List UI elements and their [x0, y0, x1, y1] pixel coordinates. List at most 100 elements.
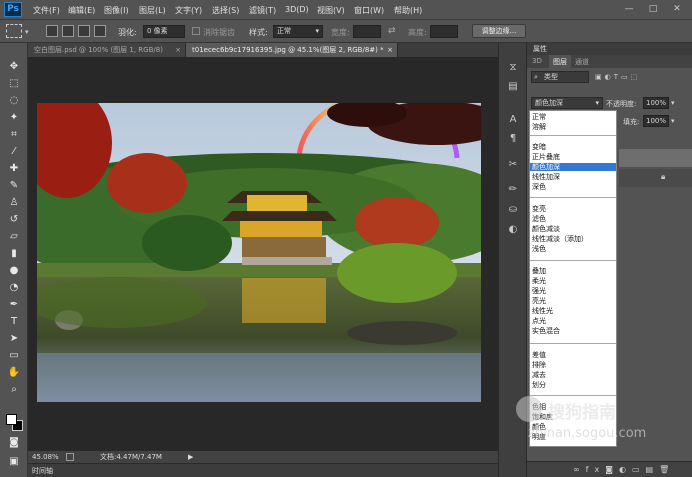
quick-mask-icon[interactable]: ◙	[7, 436, 21, 450]
brush-tool-icon[interactable]: ✎	[7, 179, 21, 193]
tab-jpg-document[interactable]: t01ecec6b9c17916395.jpg @ 45.1%(图层 2, RG…	[186, 43, 398, 57]
maximize-button[interactable]: □	[646, 3, 660, 15]
blend-option-soft-light[interactable]: 柔光	[532, 277, 546, 285]
blend-option-exclusion[interactable]: 排除	[532, 361, 546, 369]
clone-source-icon[interactable]: ⛀	[506, 203, 520, 217]
play-icon[interactable]: ▶	[188, 451, 193, 463]
blend-mode-select[interactable]: 颜色加深 ▾	[531, 97, 603, 109]
swap-icon[interactable]: ⇄	[388, 26, 396, 36]
tab-blank-layer-psd[interactable]: 空白图层.psd @ 100% (图层 1, RGB/8) ×	[28, 43, 186, 57]
blend-option-linear-burn[interactable]: 线性加深	[532, 173, 560, 181]
pen-tool-icon[interactable]: ✒	[7, 298, 21, 312]
magic-wand-tool-icon[interactable]: ✦	[7, 111, 21, 125]
width-input[interactable]	[353, 25, 381, 38]
zoom-tool-icon[interactable]: ⌕	[7, 383, 21, 397]
refine-edge-button[interactable]: 调整边缘...	[472, 24, 526, 38]
gradient-tool-icon[interactable]: ▮	[7, 247, 21, 261]
blend-option-vivid-light[interactable]: 亮光	[532, 297, 546, 305]
style-select[interactable]: 正常 ▾	[273, 25, 323, 38]
chevron-down-icon[interactable]: ▾	[671, 99, 675, 107]
tools-preset-icon[interactable]: ✂	[506, 158, 520, 172]
subtract-selection-icon[interactable]	[78, 25, 90, 37]
close-icon[interactable]: ×	[175, 43, 181, 57]
healing-brush-tool-icon[interactable]: ✚	[7, 162, 21, 176]
document-image[interactable]	[37, 103, 481, 402]
menu-filter[interactable]: 滤镜(T)	[249, 5, 276, 16]
height-input[interactable]	[430, 25, 458, 38]
blend-option-difference[interactable]: 差值	[532, 351, 546, 359]
blend-option-multiply[interactable]: 正片叠底	[532, 153, 560, 161]
blend-option-darken[interactable]: 变暗	[532, 143, 546, 151]
swatches-icon[interactable]: ▤	[506, 80, 520, 94]
tab-channels[interactable]: 通道	[575, 57, 589, 67]
menu-image[interactable]: 图像(I)	[104, 5, 129, 16]
tab-3d[interactable]: 3D	[532, 57, 542, 65]
blend-option-color-dodge[interactable]: 颜色减淡	[532, 225, 560, 233]
adjustments-icon[interactable]: ◐	[506, 223, 520, 237]
chevron-down-icon[interactable]: ▾	[25, 28, 29, 36]
feather-input[interactable]: 0 像素	[143, 25, 185, 38]
lasso-tool-icon[interactable]: ◌	[7, 94, 21, 108]
blend-option-divide[interactable]: 划分	[532, 381, 546, 389]
intersect-selection-icon[interactable]	[94, 25, 106, 37]
menu-help[interactable]: 帮助(H)	[394, 5, 422, 16]
character-icon[interactable]: A	[506, 113, 520, 127]
antialias-checkbox[interactable]	[192, 27, 200, 35]
type-tool-icon[interactable]: T	[7, 315, 21, 329]
menu-layer[interactable]: 图层(L)	[139, 5, 166, 16]
foreground-color-swatch[interactable]	[6, 414, 17, 425]
blend-option-screen[interactable]: 滤色	[532, 215, 546, 223]
add-selection-icon[interactable]	[62, 25, 74, 37]
clone-stamp-tool-icon[interactable]: ♙	[7, 196, 21, 210]
path-selection-tool-icon[interactable]: ➤	[7, 332, 21, 346]
chevron-down-icon[interactable]: ▾	[671, 117, 675, 125]
hand-tool-icon[interactable]: ✋	[7, 366, 21, 380]
blend-option-lighten[interactable]: 变亮	[532, 205, 546, 213]
opacity-input[interactable]: 100%	[643, 97, 669, 109]
blend-option-pin-light[interactable]: 点光	[532, 317, 546, 325]
blur-tool-icon[interactable]: ●	[7, 264, 21, 278]
blend-option-overlay[interactable]: 叠加	[532, 267, 546, 275]
close-icon[interactable]: ×	[387, 43, 393, 57]
minimize-button[interactable]: —	[622, 3, 636, 15]
menu-edit[interactable]: 编辑(E)	[68, 5, 95, 16]
blend-option-dissolve[interactable]: 溶解	[532, 123, 546, 131]
blend-option-hard-mix[interactable]: 实色混合	[532, 327, 560, 335]
blend-option-linear-dodge[interactable]: 线性减淡（添加）	[532, 235, 588, 243]
layer-row-background[interactable]: 🔒︎	[619, 169, 692, 187]
menu-3d[interactable]: 3D(D)	[285, 5, 309, 14]
layer-row-selected[interactable]	[619, 149, 692, 167]
timeline-panel-tab[interactable]: 时间轴	[28, 463, 498, 477]
blend-option-linear-light[interactable]: 线性光	[532, 307, 553, 315]
blend-option-darker-color[interactable]: 深色	[532, 183, 546, 191]
fill-input[interactable]: 100%	[643, 115, 669, 127]
eraser-tool-icon[interactable]: ▱	[7, 230, 21, 244]
close-window-button[interactable]: ✕	[670, 3, 684, 15]
rectangle-tool-icon[interactable]: ▭	[7, 349, 21, 363]
tab-layers[interactable]: 图层	[549, 55, 571, 68]
menu-type[interactable]: 文字(Y)	[175, 5, 202, 16]
crop-tool-icon[interactable]: ⌗	[7, 128, 21, 142]
layer-filter-select[interactable]: ⌕ 类型	[531, 71, 589, 83]
layer-filter-icons[interactable]: ▣◐T▭⬚	[595, 73, 640, 81]
eyedropper-tool-icon[interactable]: ⁄	[7, 145, 21, 159]
marquee-tool-icon[interactable]	[6, 24, 22, 38]
brush-panel-icon[interactable]: ✏	[506, 183, 520, 197]
history-brush-tool-icon[interactable]: ↺	[7, 213, 21, 227]
properties-tab[interactable]: 属性	[533, 44, 547, 54]
history-icon[interactable]: ⧖	[506, 61, 520, 75]
menu-view[interactable]: 视图(V)	[317, 5, 345, 16]
status-menu-icon[interactable]	[66, 453, 74, 461]
menu-file[interactable]: 文件(F)	[33, 5, 60, 16]
zoom-level[interactable]: 45.08%	[32, 451, 59, 463]
marquee-tool-icon[interactable]: ⬚	[7, 77, 21, 91]
new-selection-icon[interactable]	[46, 25, 58, 37]
dodge-tool-icon[interactable]: ◔	[7, 281, 21, 295]
blend-option-color-burn[interactable]: 颜色加深	[530, 163, 616, 171]
blend-option-normal[interactable]: 正常	[532, 113, 546, 121]
blend-option-subtract[interactable]: 减去	[532, 371, 546, 379]
move-tool-icon[interactable]: ✥	[7, 60, 21, 74]
menu-window[interactable]: 窗口(W)	[354, 5, 384, 16]
blend-option-lighter-color[interactable]: 浅色	[532, 245, 546, 253]
menu-select[interactable]: 选择(S)	[212, 5, 239, 16]
